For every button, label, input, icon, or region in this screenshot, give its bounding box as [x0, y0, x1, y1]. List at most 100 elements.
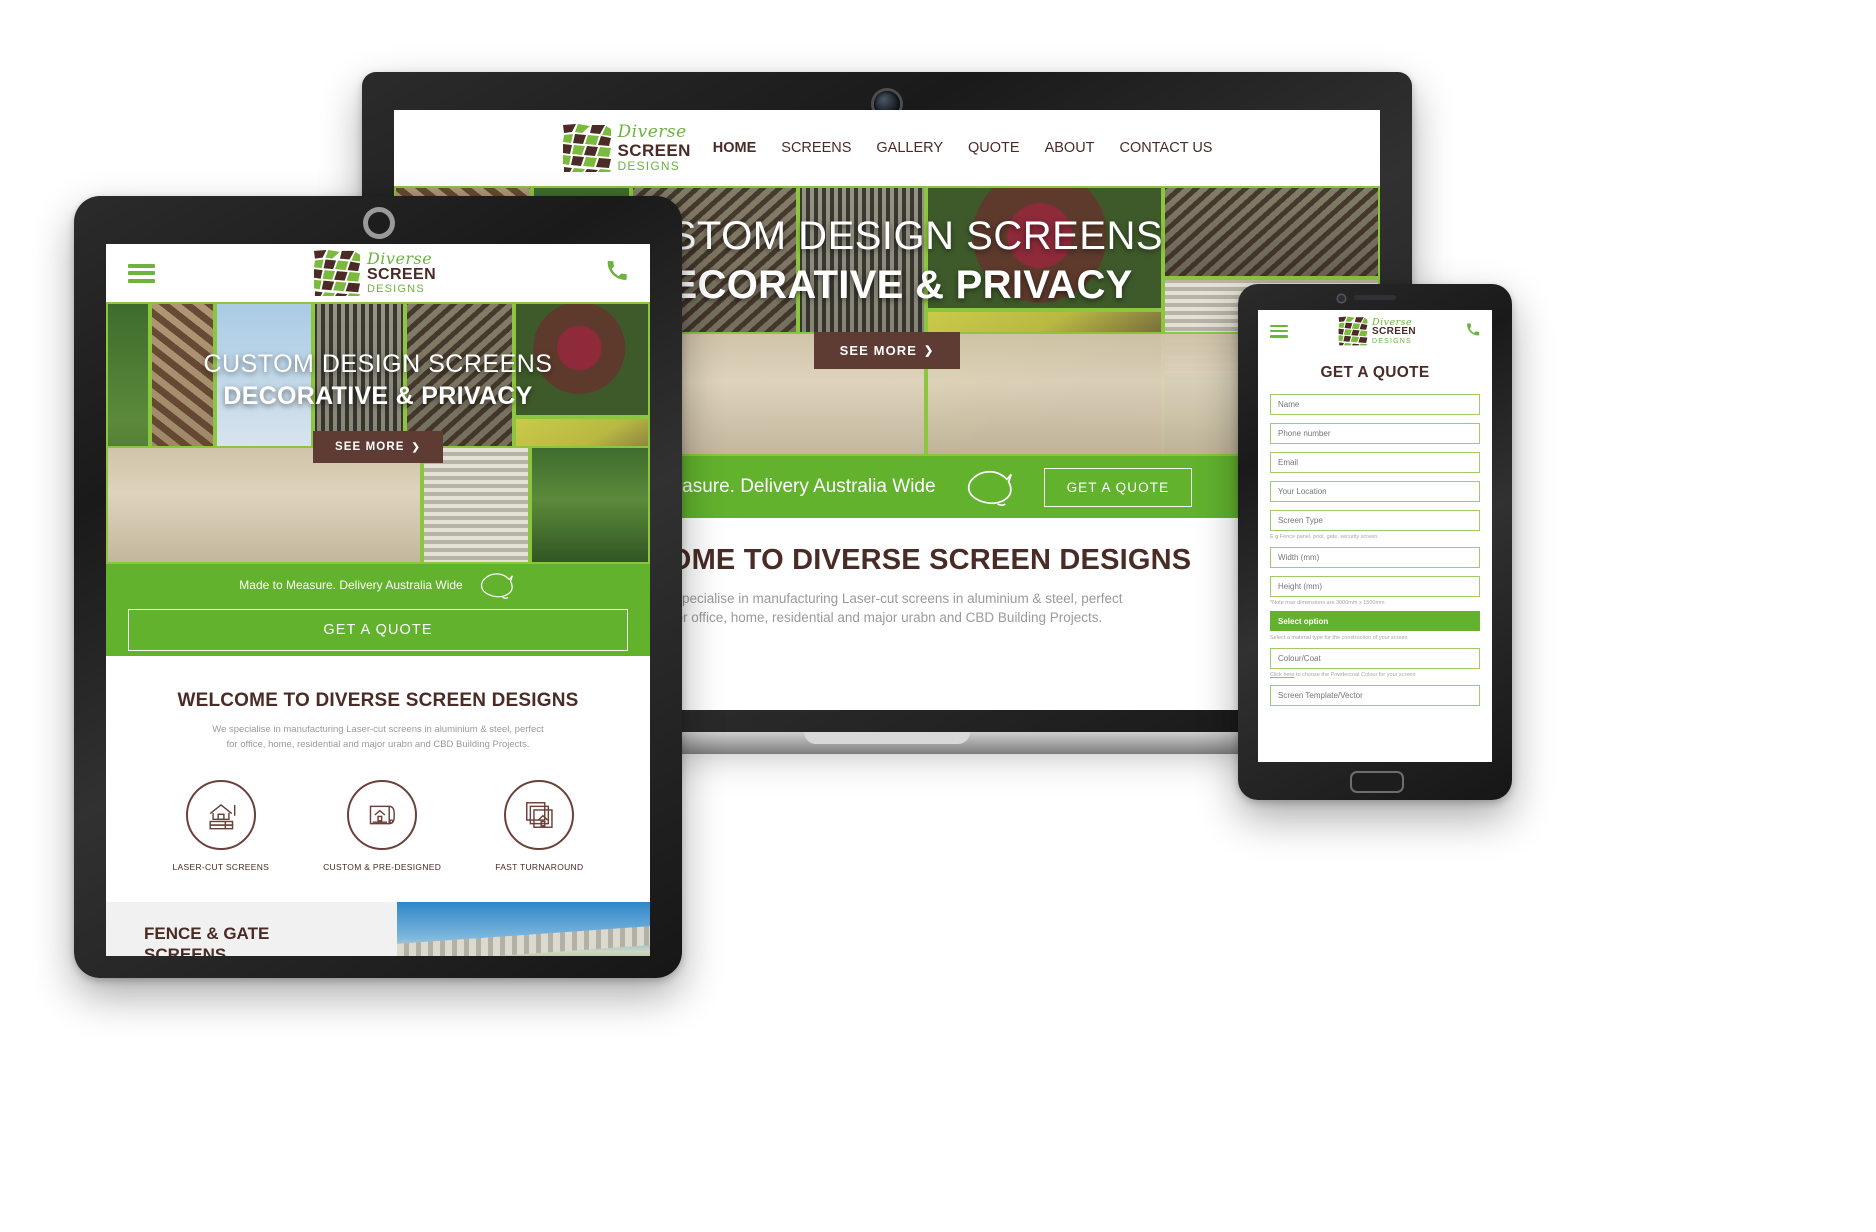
- feature-label: FAST TURNAROUND: [495, 862, 584, 872]
- chevron-right-icon: ❯: [411, 441, 421, 453]
- logo-wordmark: Diverse SCREEN DESIGNS: [617, 122, 691, 173]
- quote-field-screen-type[interactable]: [1270, 510, 1480, 531]
- fence-gate-image: [397, 902, 650, 956]
- phone-handset-icon[interactable]: [606, 259, 628, 287]
- powdercoat-colour-link[interactable]: Click here: [1270, 672, 1294, 678]
- band-get-a-quote-button[interactable]: GET A QUOTE: [1043, 467, 1193, 507]
- tablet-promo-band: Made to Measure. Delivery Australia Wide…: [106, 564, 650, 656]
- see-more-label: SEE MORE: [839, 343, 918, 358]
- logo-diverse-text: Diverse: [617, 122, 687, 142]
- phone-earpiece-speaker: [1354, 295, 1396, 300]
- logo-screen-text: SCREEN: [617, 141, 691, 160]
- tablet-device: Diverse SCREEN DESIGNS CUSTOM DESIGN SCR…: [74, 196, 682, 978]
- feature-item-custom-pre-designed[interactable]: CUSTOM & PRE-DESIGNED: [323, 780, 441, 872]
- house-panel-icon: [185, 780, 256, 850]
- quote-hint-screen-type: E.g Fence panel, pool, gate, security sc…: [1270, 534, 1379, 540]
- phone-camera-icon: [1338, 295, 1345, 302]
- band-quote-label: GET A QUOTE: [323, 622, 433, 638]
- fence-gate-section[interactable]: FENCE & GATE SCREENS: [106, 902, 650, 956]
- phone-logo[interactable]: Diverse SCREEN DESIGNS: [1337, 316, 1417, 346]
- blueprint-roll-icon: [347, 780, 418, 850]
- quote-field-email[interactable]: [1270, 452, 1480, 473]
- chevron-right-icon: ❯: [924, 345, 935, 357]
- nav-item-home[interactable]: HOME: [713, 140, 757, 156]
- desktop-logo[interactable]: Diverse SCREEN DESIGNS: [561, 122, 691, 173]
- nav-item-screens[interactable]: SCREENS: [781, 140, 851, 156]
- tablet-logo[interactable]: Diverse SCREEN DESIGNS: [312, 249, 436, 297]
- hero-headline-1: CUSTOM DESIGN SCREENS: [203, 350, 553, 378]
- desktop-site-header: Diverse SCREEN DESIGNS HOME SCREENS GALL…: [394, 110, 1380, 186]
- phone-device: Diverse SCREEN DESIGNS GET A QUOTE Name …: [1238, 284, 1512, 800]
- desktop-primary-nav: HOME SCREENS GALLERY QUOTE ABOUT CONTACT…: [713, 140, 1213, 156]
- logo-mosaic-icon: [561, 123, 612, 173]
- quote-field-location[interactable]: [1270, 481, 1480, 502]
- stacked-screens-icon: [504, 780, 575, 850]
- feature-label: CUSTOM & PRE-DESIGNED: [323, 862, 442, 872]
- quote-field-phone[interactable]: [1270, 423, 1480, 444]
- tablet-hero-copy: CUSTOM DESIGN SCREENS DECORATIVE & PRIVA…: [106, 350, 650, 463]
- feature-list: LASER-CUT SCREENS CUSTOM & PRE-DESIGNED …: [138, 780, 618, 872]
- collage-tile: [106, 446, 422, 564]
- hero-headline-2: DECORATIVE & PRIVACY: [223, 382, 533, 410]
- promo-band-text: Made to Measure. Delivery Australia Wide: [239, 578, 463, 592]
- quote-field-colour-coat[interactable]: [1270, 648, 1480, 669]
- quote-form-title: GET A QUOTE: [1320, 364, 1430, 381]
- hero-see-more-button[interactable]: SEE MORE ❯: [813, 332, 961, 369]
- logo-designs-text: DESIGNS: [1371, 337, 1412, 345]
- fence-gate-title: FENCE & GATE SCREENS: [144, 924, 269, 956]
- quote-hint-dimensions: *Note max dimensions are 3000mm x 1500mm: [1270, 600, 1385, 606]
- collage-tile: [530, 446, 650, 564]
- australia-outline-icon: [967, 470, 1012, 507]
- welcome-paragraph-line-2: for office, home, residential and major …: [226, 739, 530, 750]
- hamburger-menu-icon[interactable]: [1270, 324, 1288, 338]
- phone-handset-icon[interactable]: [1466, 322, 1480, 341]
- quote-hint-material: Select a material type for the construct…: [1270, 635, 1408, 641]
- quote-field-template-vector[interactable]: [1270, 685, 1480, 706]
- logo-designs-text: DESIGNS: [366, 283, 425, 295]
- powdercoat-hint-rest: to choose the Powdercoat Colour for your…: [1294, 672, 1416, 678]
- tablet-hero: CUSTOM DESIGN SCREENS DECORATIVE & PRIVA…: [106, 302, 650, 564]
- logo-designs-text: DESIGNS: [617, 159, 680, 173]
- quote-material-select[interactable]: Select option: [1270, 611, 1480, 631]
- see-more-label: SEE MORE: [335, 441, 405, 453]
- nav-item-gallery[interactable]: GALLERY: [876, 140, 943, 156]
- logo-wordmark: Diverse SCREEN DESIGNS: [367, 251, 436, 295]
- phone-site-header: Diverse SCREEN DESIGNS: [1258, 310, 1492, 352]
- tablet-welcome-section: WELCOME TO DIVERSE SCREEN DESIGNS We spe…: [106, 656, 650, 872]
- hero-concrete-foreground: [106, 446, 650, 564]
- feature-item-laser-cut[interactable]: LASER-CUT SCREENS: [173, 780, 270, 872]
- tablet-camera-icon: [368, 212, 390, 234]
- quote-field-name[interactable]: [1270, 394, 1480, 415]
- tablet-site-header: Diverse SCREEN DESIGNS: [106, 244, 650, 302]
- collage-tile: [421, 446, 531, 564]
- nav-item-about[interactable]: ABOUT: [1045, 140, 1095, 156]
- logo-mosaic-icon: [312, 249, 361, 297]
- quote-field-height[interactable]: [1270, 576, 1480, 597]
- logo-screen-text: SCREEN: [1371, 326, 1417, 337]
- quote-hint-colour: Click here to choose the Powdercoat Colo…: [1270, 672, 1480, 678]
- australia-outline-icon: [480, 573, 513, 599]
- welcome-title: WELCOME TO DIVERSE SCREEN DESIGNS: [177, 690, 579, 711]
- device-mockup-scene: Diverse SCREEN DESIGNS HOME SCREENS GALL…: [0, 0, 1876, 1232]
- hero-see-more-button[interactable]: SEE MORE ❯: [313, 431, 443, 463]
- feature-item-fast-turnaround[interactable]: FAST TURNAROUND: [495, 780, 583, 872]
- hamburger-menu-icon[interactable]: [128, 263, 155, 283]
- nav-item-contact[interactable]: CONTACT US: [1120, 140, 1213, 156]
- logo-screen-text: SCREEN: [366, 266, 437, 283]
- band-get-a-quote-button[interactable]: GET A QUOTE: [128, 609, 628, 651]
- fence-gate-title-line-2: SCREENS: [144, 945, 227, 956]
- welcome-paragraph-line-1: We specialise in manufacturing Laser-cut…: [212, 724, 544, 735]
- logo-mosaic-icon: [1337, 316, 1368, 346]
- quote-field-width[interactable]: [1270, 547, 1480, 568]
- nav-item-quote[interactable]: QUOTE: [968, 140, 1020, 156]
- logo-diverse-text: Diverse: [366, 249, 433, 268]
- fence-gate-title-line-1: FENCE & GATE: [144, 924, 270, 944]
- band-quote-label: GET A QUOTE: [1066, 479, 1170, 495]
- feature-label: LASER-CUT SCREENS: [172, 862, 270, 872]
- logo-wordmark: Diverse SCREEN DESIGNS: [1371, 317, 1417, 345]
- fence-gate-title-wrap: FENCE & GATE SCREENS: [106, 902, 397, 956]
- laptop-trackpad-notch: [804, 732, 970, 744]
- quote-material-select-value: Select option: [1278, 616, 1329, 626]
- phone-home-button[interactable]: [1350, 771, 1404, 793]
- phone-screen: Diverse SCREEN DESIGNS GET A QUOTE Name …: [1258, 310, 1492, 762]
